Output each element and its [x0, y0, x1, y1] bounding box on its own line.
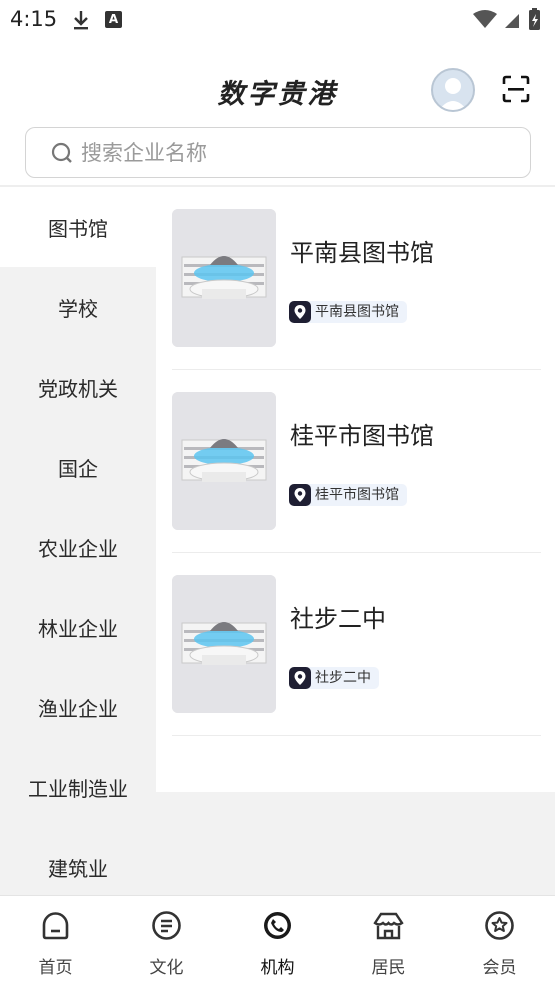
tab-label: 首页	[38, 958, 73, 978]
resident-icon	[373, 912, 404, 940]
location-tag: 平南县图书馆	[289, 301, 407, 323]
search-bar[interactable]	[25, 127, 531, 178]
location-tag: 社步二中	[289, 667, 379, 689]
institution-icon	[264, 912, 291, 939]
search-icon	[51, 142, 72, 163]
signal-battery-icon	[473, 8, 540, 30]
building-thumbnail	[172, 209, 276, 347]
scan-icon[interactable]	[502, 75, 530, 103]
tab-label: 居民	[371, 958, 406, 978]
location-tag: 桂平市图书馆	[289, 484, 407, 506]
member-icon	[485, 911, 514, 940]
accessibility-a-icon: A	[105, 11, 122, 28]
tab-label: 机构	[260, 958, 295, 978]
sidebar-item-construction[interactable]: 建筑业	[0, 827, 156, 895]
sidebar-item-forestry[interactable]: 林业企业	[0, 587, 156, 667]
home-icon	[42, 912, 69, 940]
tab-label: 会员	[482, 958, 517, 978]
download-icon	[74, 11, 88, 30]
tag-label: 社步二中	[315, 670, 371, 686]
list-item[interactable]: 社步二中 社步二中	[172, 553, 541, 736]
tab-member[interactable]: 会员	[444, 896, 555, 985]
sidebar-item-manufacturing[interactable]: 工业制造业	[0, 747, 156, 827]
tab-label: 文化	[149, 958, 184, 978]
sidebar-item-school[interactable]: 学校	[0, 267, 156, 347]
tab-home[interactable]: 首页	[0, 896, 111, 985]
search-input[interactable]	[81, 137, 511, 169]
tab-resident[interactable]: 居民	[333, 896, 444, 985]
category-sidebar: 图书馆 学校 党政机关 国企 农业企业 林业企业 渔业企业 工业制造业 建筑业	[0, 187, 156, 895]
institution-title: 社步二中	[290, 605, 386, 633]
location-pin-icon	[289, 301, 311, 323]
sidebar-item-agriculture[interactable]: 农业企业	[0, 507, 156, 587]
building-thumbnail	[172, 392, 276, 530]
avatar[interactable]	[431, 68, 475, 112]
institution-title: 平南县图书馆	[290, 239, 434, 267]
list-item[interactable]: 桂平市图书馆 桂平市图书馆	[172, 370, 541, 553]
list-item[interactable]: 平南县图书馆 平南县图书馆	[172, 187, 541, 370]
status-bar: 4:15 A	[0, 0, 555, 40]
list-empty-area	[156, 792, 555, 895]
app-header: 数字贵港	[0, 60, 555, 120]
location-pin-icon	[289, 484, 311, 506]
status-time: 4:15	[10, 7, 58, 31]
bottom-tab-bar: 首页 文化 机构 居民 会员	[0, 895, 555, 984]
institution-title: 桂平市图书馆	[290, 422, 434, 450]
tag-label: 平南县图书馆	[315, 304, 399, 320]
sidebar-item-government[interactable]: 党政机关	[0, 347, 156, 427]
tag-label: 桂平市图书馆	[315, 487, 399, 503]
sidebar-item-library[interactable]: 图书馆	[0, 187, 156, 267]
culture-icon	[152, 911, 181, 940]
tab-institution[interactable]: 机构	[222, 896, 333, 985]
location-pin-icon	[289, 667, 311, 689]
institution-list: 平南县图书馆 平南县图书馆 桂平市图书馆 桂平市图书馆 社步二中 社步二中	[156, 187, 555, 792]
sidebar-item-state-enterprise[interactable]: 国企	[0, 427, 156, 507]
tab-culture[interactable]: 文化	[111, 896, 222, 985]
building-thumbnail	[172, 575, 276, 713]
sidebar-item-fishery[interactable]: 渔业企业	[0, 667, 156, 747]
